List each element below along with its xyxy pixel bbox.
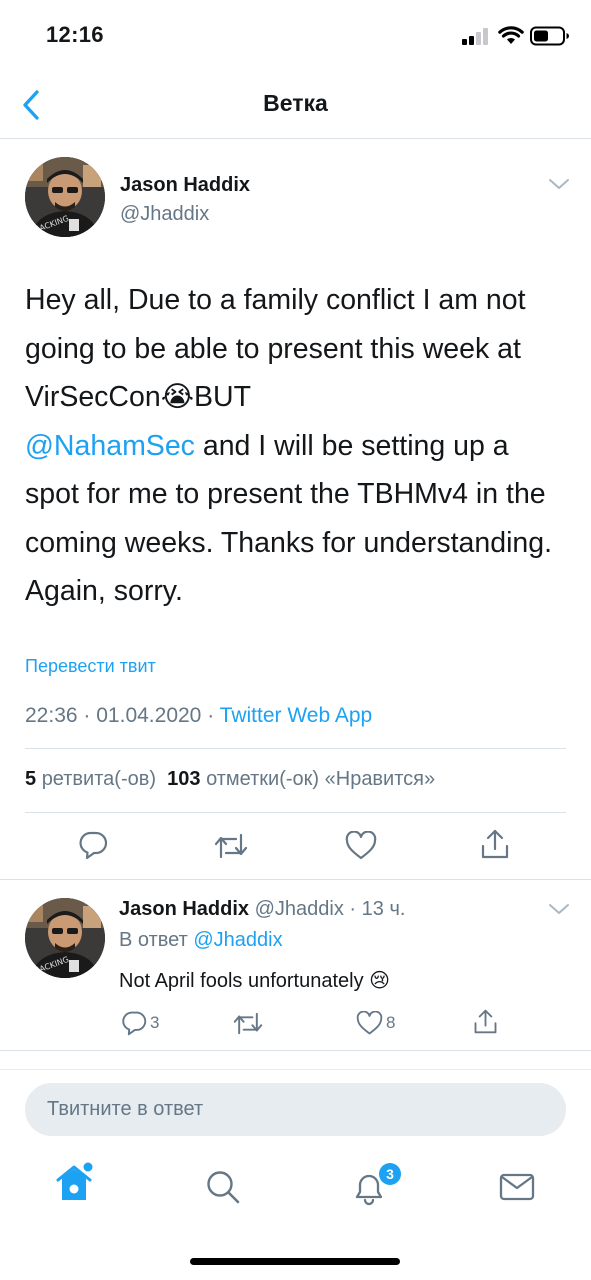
share-button[interactable]	[480, 828, 510, 860]
status-time: 12:16	[46, 22, 104, 47]
reply-reply-count: 3	[150, 1013, 160, 1032]
reply-like-count: 8	[386, 1013, 396, 1032]
avatar[interactable]: HACKING	[25, 157, 105, 237]
divider	[0, 1069, 591, 1070]
reply-text: Not April fools unfortunately 😢	[119, 968, 390, 993]
divider	[25, 748, 566, 749]
reply-retweet-button[interactable]	[233, 1011, 263, 1036]
tweet-source-link[interactable]: Twitter Web App	[220, 704, 373, 727]
retweet-icon	[214, 833, 248, 859]
reply-text-body: Not April fools unfortunately	[119, 970, 364, 992]
tab-home[interactable]	[55, 1161, 95, 1203]
retweet-count: 5	[25, 768, 37, 790]
reply-avatar[interactable]: HACKING	[25, 898, 105, 978]
reply-to-line: В ответ @Jhaddix	[119, 929, 283, 952]
reply-to-label: В ответ	[119, 929, 188, 951]
likes-stat[interactable]: 103 отметки(-ок) «Нравится»	[167, 768, 435, 790]
tweet-text-part2: BUT	[194, 381, 252, 413]
reply-compose-placeholder: Твитните в ответ	[47, 1098, 204, 1120]
reply-author-handle[interactable]: @Jhaddix	[255, 898, 344, 920]
sad-emoji: 😢	[369, 970, 391, 992]
notifications-badge: 3	[379, 1163, 401, 1185]
tab-messages[interactable]	[499, 1172, 535, 1202]
tweet-stats: 5 ретвита(-ов) 103 отметки(-ок) «Нравитс…	[25, 768, 435, 791]
reply-author-name[interactable]: Jason Haddix	[119, 898, 249, 920]
header-divider	[0, 138, 591, 139]
divider	[25, 812, 566, 813]
battery-icon	[530, 26, 570, 46]
like-button[interactable]	[345, 831, 377, 861]
like-icon	[345, 831, 377, 860]
retweet-label: ретвита(-ов)	[41, 768, 157, 790]
tweet-date: 01.04.2020	[96, 704, 202, 727]
reply-to-handle[interactable]: @Jhaddix	[193, 929, 282, 951]
retweets-stat[interactable]: 5 ретвита(-ов)	[25, 768, 156, 790]
author-handle[interactable]: @Jhaddix	[120, 203, 209, 226]
reply-like-button[interactable]	[356, 1011, 383, 1036]
meta-separator: ·	[83, 704, 91, 727]
home-indicator	[190, 1258, 400, 1265]
page-title: Ветка	[263, 90, 328, 116]
crying-emoji: 😭	[160, 381, 195, 413]
tab-search[interactable]	[205, 1169, 241, 1205]
retweet-icon	[233, 1012, 263, 1035]
reply-icon	[79, 831, 108, 860]
reply-reply-button[interactable]	[121, 1010, 147, 1036]
messages-icon	[499, 1173, 535, 1201]
reply-icon	[122, 1011, 147, 1036]
divider	[0, 879, 591, 880]
reply-share-button[interactable]	[473, 1008, 498, 1035]
retweet-button[interactable]	[214, 832, 248, 860]
chevron-down-icon	[549, 179, 569, 189]
chevron-down-icon	[549, 904, 569, 914]
mention-link[interactable]: @NahamSec	[25, 430, 195, 462]
meta-separator: ·	[207, 704, 215, 727]
tweet-time: 22:36	[25, 704, 78, 727]
reply-header: Jason Haddix @Jhaddix · 13 ч.	[119, 898, 405, 921]
wifi-icon	[498, 26, 524, 45]
search-icon	[207, 1171, 240, 1204]
tweet-meta: 22:36 · 01.04.2020 · Twitter Web App	[25, 704, 372, 728]
like-label: отметки(-ок) «Нравится»	[206, 768, 436, 790]
reply-age: · 13 ч.	[349, 898, 406, 920]
reply-compose-field[interactable]: Твитните в ответ	[25, 1083, 566, 1136]
tweet-text: Hey all, Due to a family conflict I am n…	[25, 276, 570, 616]
home-icon	[56, 1162, 93, 1200]
translate-link[interactable]: Перевести твит	[25, 656, 156, 677]
divider	[0, 1050, 591, 1051]
author-name[interactable]: Jason Haddix	[120, 174, 250, 197]
like-icon	[356, 1011, 383, 1035]
reply-button[interactable]	[78, 830, 108, 860]
tweet-text-part1: Hey all, Due to a family conflict I am n…	[25, 284, 526, 413]
share-icon	[481, 829, 509, 859]
share-icon	[474, 1009, 497, 1034]
tweet-menu-button[interactable]	[548, 177, 570, 191]
signal-icon	[462, 27, 490, 45]
reply-menu-button[interactable]	[548, 902, 570, 916]
like-count: 103	[167, 768, 201, 790]
